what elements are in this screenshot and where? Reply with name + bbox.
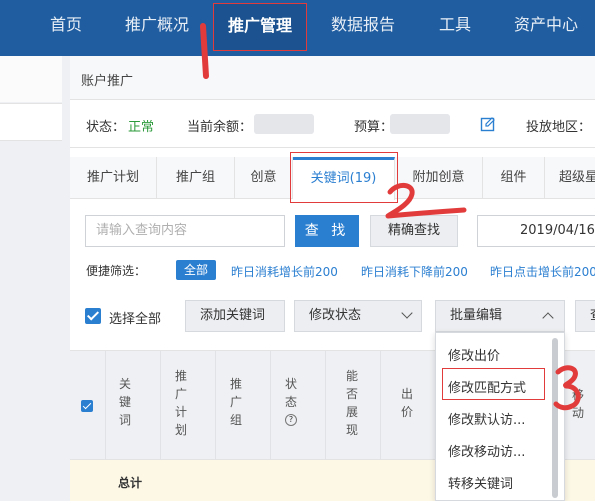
search-button[interactable]: 查 找 <box>295 215 359 247</box>
budget-label: 预算： <box>354 120 394 135</box>
status-label: 状态： <box>86 120 126 135</box>
nav-tools[interactable]: 工具 <box>439 0 471 56</box>
column-header-campaign[interactable]: 推广计划 <box>174 367 188 439</box>
balance-label: 当前余额： <box>187 120 253 135</box>
select-all-label: 选择全部 <box>109 312 162 327</box>
select-all-checkbox[interactable] <box>85 308 101 324</box>
exact-search-button[interactable]: 精确查找 <box>370 215 458 247</box>
batch-edit-dropdown[interactable]: 批量编辑 <box>435 300 565 332</box>
query-button[interactable]: 查 <box>575 300 595 332</box>
left-sidebar-header <box>0 56 62 102</box>
header-select-checkbox[interactable] <box>81 400 93 412</box>
filter-all-chip[interactable]: 全部 <box>176 260 216 280</box>
column-header-status: 状态 <box>284 377 297 409</box>
column-divider <box>270 351 271 461</box>
modify-status-label: 修改状态 <box>309 308 362 323</box>
menu-item-modify-default-url[interactable]: 修改默认访... <box>448 409 525 428</box>
menu-item-modify-mobile-url[interactable]: 修改移动访... <box>448 441 525 460</box>
filter-click-increase-link[interactable]: 昨日点击增长前200 <box>490 263 595 280</box>
tab-super-star[interactable]: 超级星 <box>545 157 595 199</box>
nav-home[interactable]: 首页 <box>50 0 82 56</box>
add-keyword-button[interactable]: 添加关键词 <box>185 300 285 332</box>
tab-highlight-box <box>290 152 398 203</box>
column-divider <box>325 351 326 461</box>
nav-data-report[interactable]: 数据报告 <box>331 0 395 56</box>
filter-cost-increase-link[interactable]: 昨日消耗增长前200 <box>231 263 338 280</box>
column-divider <box>105 351 106 461</box>
breadcrumb: 账户推广 <box>70 56 595 100</box>
account-info-bar: 状态： 正常 当前余额： 预算： 投放地区： <box>70 100 595 148</box>
menu-item-transfer-keywords[interactable]: 转移关键词 <box>448 473 513 492</box>
breadcrumb-label: 账户推广 <box>81 74 134 89</box>
tab-ad-group[interactable]: 推广组 <box>157 157 235 199</box>
budget-value-redacted <box>390 114 450 134</box>
status-value: 正常 <box>128 120 155 135</box>
filter-cost-decrease-link[interactable]: 昨日消耗下降前200 <box>361 263 468 280</box>
batch-edit-menu: 修改出价 修改匹配方式 修改默认访... 修改移动访... 转移关键词 <box>435 332 565 501</box>
tab-creative[interactable]: 创意 <box>235 157 293 199</box>
menu-scrollbar[interactable] <box>552 338 558 498</box>
menu-item-modify-bid[interactable]: 修改出价 <box>448 345 500 364</box>
top-nav: 首页 推广概况 推广管理 数据报告 工具 资产中心 <box>0 0 595 56</box>
balance-value-redacted <box>254 114 314 134</box>
tab-campaign[interactable]: 推广计划 <box>70 157 157 199</box>
total-label: 总计 <box>118 476 143 490</box>
left-sidebar-item[interactable] <box>0 103 62 141</box>
column-divider <box>380 351 381 461</box>
column-header-keyword[interactable]: 关键词 <box>118 375 132 429</box>
column-header-mobile[interactable]: 移动 <box>572 386 594 422</box>
nav-overview[interactable]: 推广概况 <box>125 0 189 56</box>
column-divider <box>160 351 161 461</box>
column-divider <box>215 351 216 461</box>
search-input[interactable]: 请输入查询内容 <box>85 215 285 247</box>
modify-status-dropdown[interactable]: 修改状态 <box>294 300 422 332</box>
chevron-up-icon <box>542 312 554 324</box>
nav-asset-center[interactable]: 资产中心 <box>514 0 578 56</box>
quick-filter-label: 便捷筛选： <box>86 264 147 278</box>
chevron-down-icon <box>401 307 413 319</box>
menu-highlight-box <box>442 368 545 400</box>
column-header-bid[interactable]: 出价 <box>400 385 414 421</box>
region-label: 投放地区： <box>526 120 592 135</box>
help-icon[interactable]: ? <box>285 414 297 426</box>
edit-icon[interactable] <box>480 116 496 132</box>
batch-edit-label: 批量编辑 <box>450 308 503 323</box>
column-header-can-display[interactable]: 能否展现 <box>345 367 359 439</box>
nav-promotion-management[interactable]: 推广管理 <box>213 3 308 51</box>
column-header-ad-group[interactable]: 推广组 <box>229 375 243 429</box>
tab-components[interactable]: 组件 <box>483 157 545 199</box>
column-header-status-cell[interactable]: 状态 ? <box>284 375 298 426</box>
tab-extra-creative[interactable]: 附加创意 <box>395 157 483 199</box>
date-picker[interactable]: 2019/04/16 <box>477 215 595 247</box>
